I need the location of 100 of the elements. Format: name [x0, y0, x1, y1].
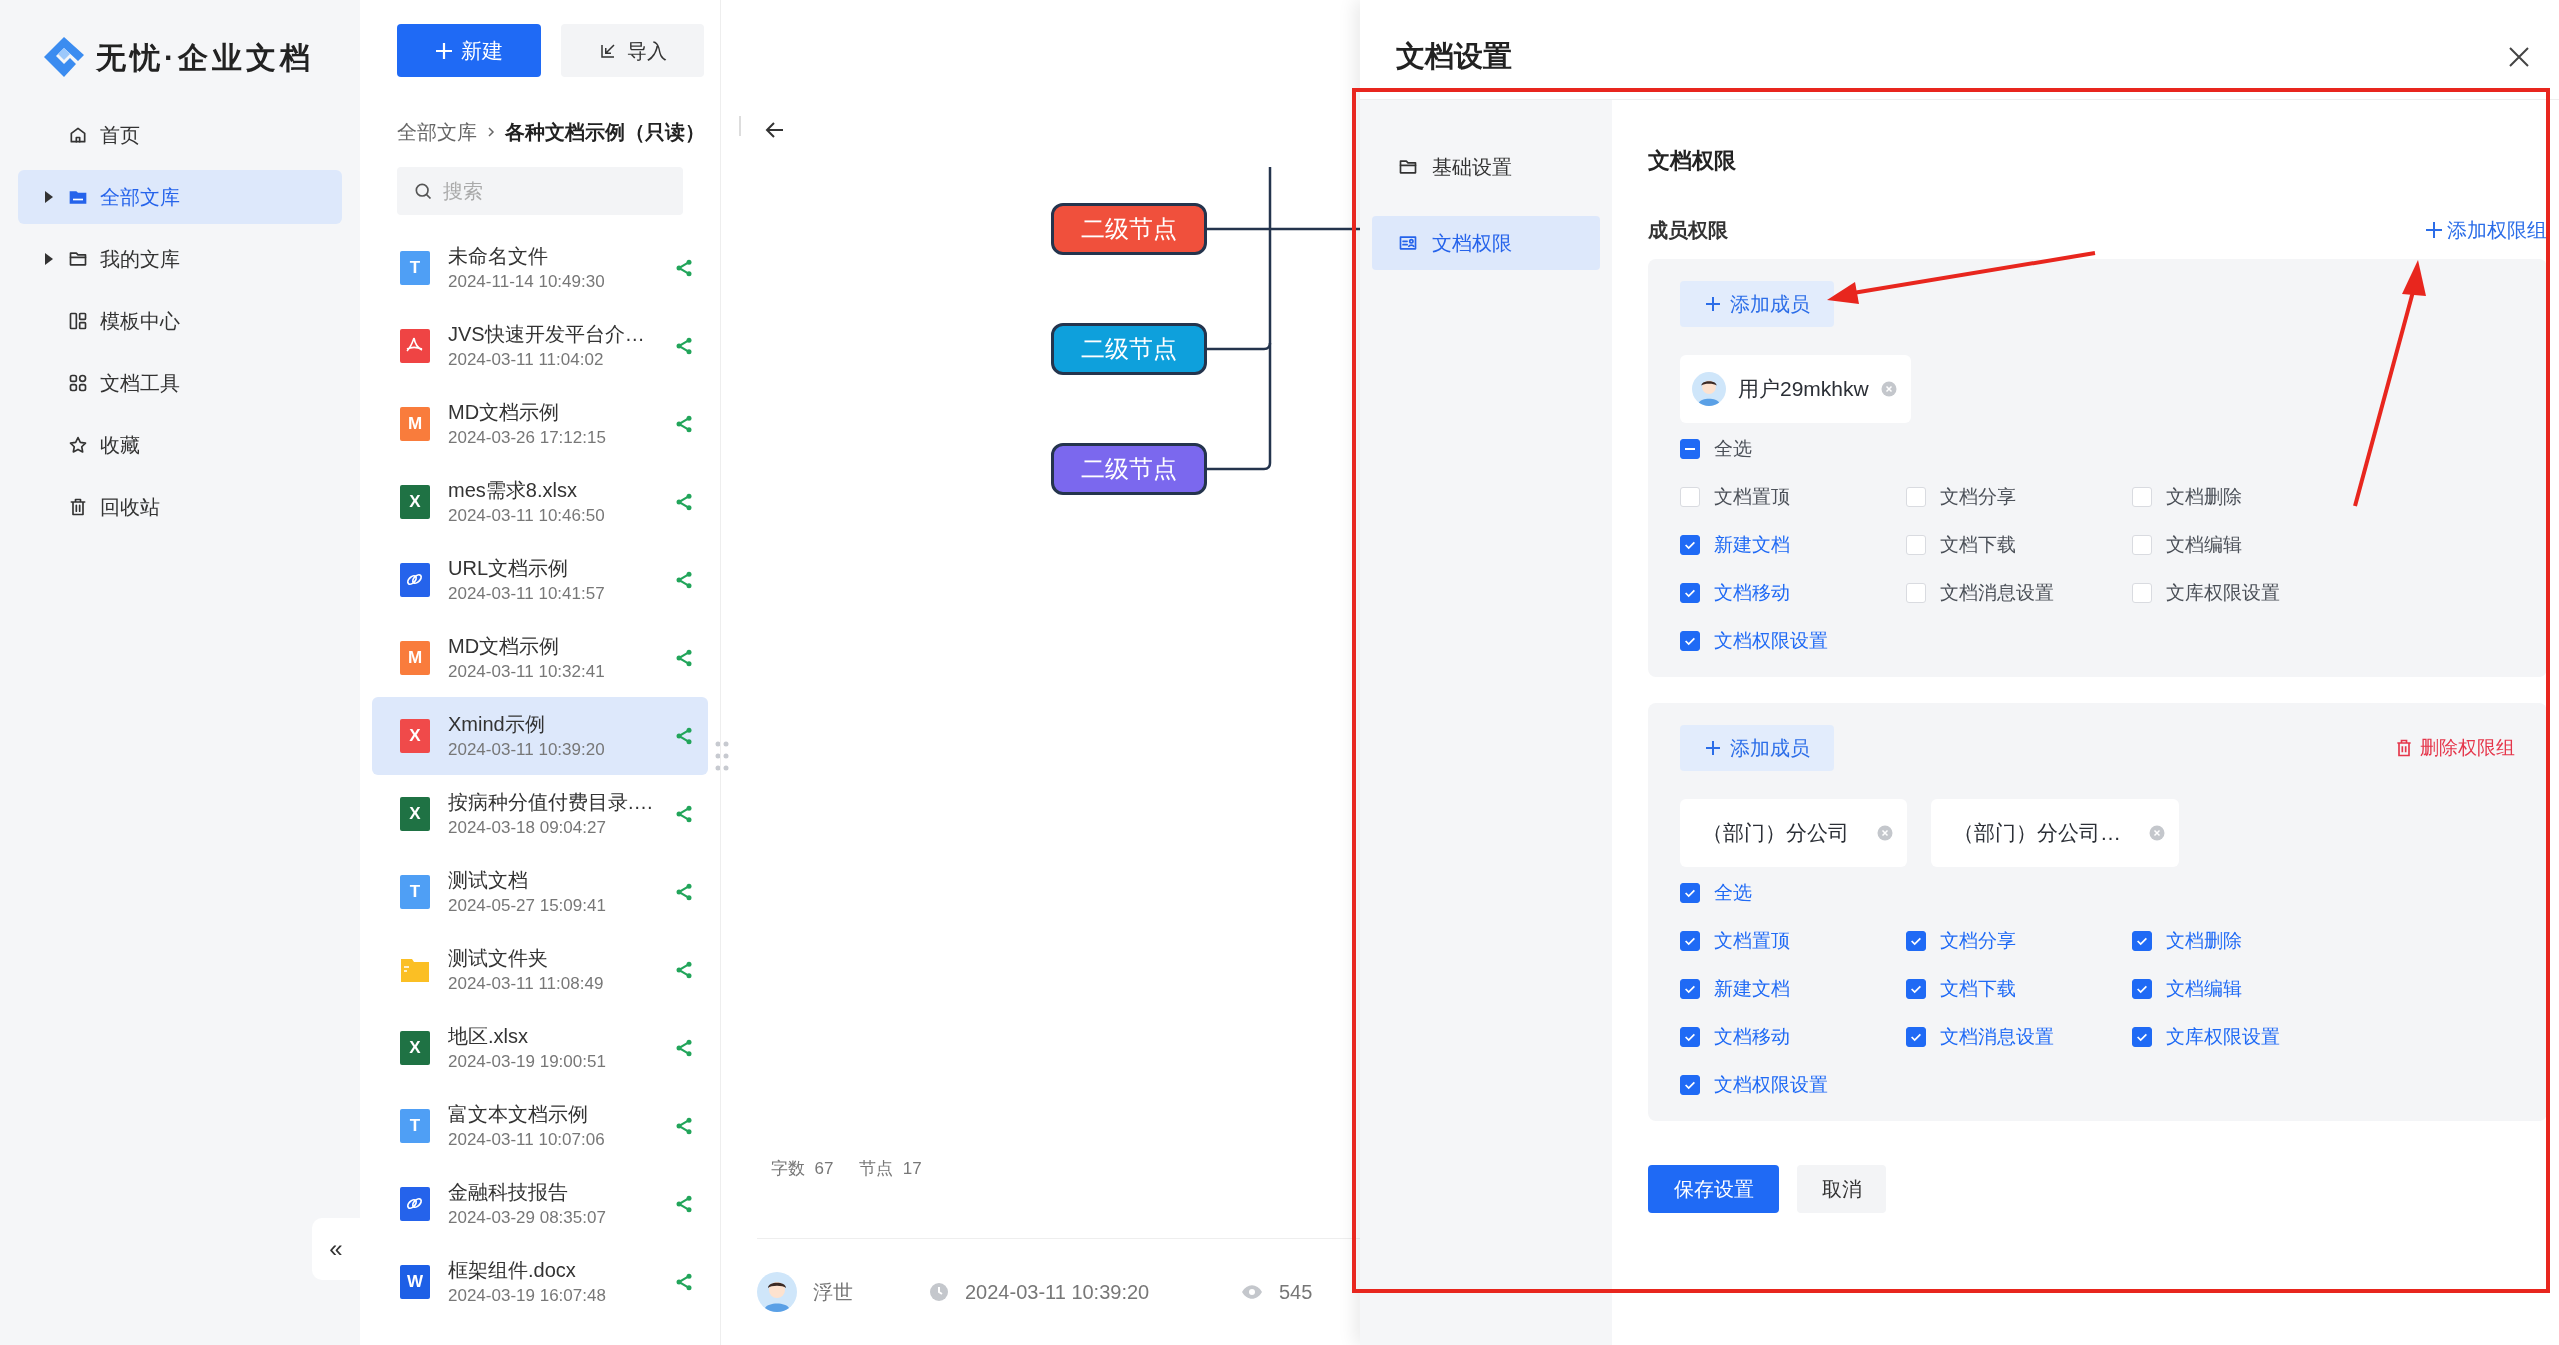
checkbox[interactable] — [1680, 439, 1700, 459]
file-item[interactable]: T 富文本文档示例 2024-03-11 10:07:06 — [372, 1087, 708, 1165]
checkbox-label: 文档权限设置 — [1714, 628, 1828, 653]
star-icon — [68, 435, 88, 455]
add-member-button[interactable]: 添加成员 — [1680, 725, 1834, 771]
share-icon[interactable] — [674, 492, 694, 512]
nav-item[interactable]: 文档工具 — [18, 356, 342, 410]
plus-icon — [1704, 739, 1722, 757]
share-icon[interactable] — [674, 1116, 694, 1136]
file-item[interactable]: X 地区.xlsx 2024-03-19 19:00:51 — [372, 1009, 708, 1087]
checkbox[interactable] — [2132, 931, 2152, 951]
member-name: 用户29mkhkw — [1738, 376, 1869, 403]
file-item[interactable]: W 框架组件.docx 2024-03-19 16:07:48 — [372, 1243, 708, 1321]
nav-item[interactable]: 模板中心 — [18, 294, 342, 348]
checkbox-label: 文档消息设置 — [1940, 580, 2054, 605]
pdf-file-icon — [400, 329, 430, 363]
share-icon[interactable] — [674, 960, 694, 980]
checkbox[interactable] — [1680, 535, 1700, 555]
settings-tab[interactable]: 基础设置 — [1372, 140, 1600, 194]
search-field[interactable]: 搜索 — [397, 167, 683, 215]
file-item[interactable]: M MD文档示例 2024-03-26 17:12:15 — [372, 385, 708, 463]
file-name: 未命名文件 — [448, 244, 549, 269]
caret-icon[interactable] — [44, 253, 54, 265]
collapse-button[interactable]: « — [312, 1218, 360, 1280]
file-item[interactable]: M MD文档示例 2024-03-11 10:32:41 — [372, 619, 708, 697]
nav-item[interactable]: 我的文库 — [18, 232, 342, 286]
share-icon[interactable] — [674, 804, 694, 824]
nav-item[interactable]: 全部文库 — [18, 170, 342, 224]
file-name: MD文档示例 — [448, 400, 561, 425]
word-file-icon: W — [400, 1265, 430, 1299]
save-button[interactable]: 保存设置 — [1648, 1165, 1779, 1213]
new-button[interactable]: 新建 — [397, 24, 541, 77]
file-item[interactable]: X mes需求8.xlsx 2024-03-11 10:46:50 — [372, 463, 708, 541]
checkbox[interactable] — [1906, 979, 1926, 999]
file-item[interactable]: URL文档示例 2024-03-11 10:41:57 — [372, 541, 708, 619]
cancel-button[interactable]: 取消 — [1797, 1165, 1886, 1213]
excel-file-icon: X — [400, 1031, 430, 1065]
file-item[interactable]: T 未命名文件 2024-11-14 10:49:30 — [372, 229, 708, 307]
plus-icon — [2425, 221, 2443, 239]
file-item[interactable]: X 按病种分值付费目录.… 2024-03-18 09:04:27 — [372, 775, 708, 853]
share-icon[interactable] — [674, 1038, 694, 1058]
close-icon[interactable] — [2507, 44, 2531, 69]
import-button[interactable]: 导入 — [561, 24, 704, 77]
section-heading: 文档权限 — [1648, 147, 1737, 175]
share-icon[interactable] — [674, 570, 694, 590]
nav-item[interactable]: 首页 — [18, 108, 342, 162]
share-icon[interactable] — [674, 882, 694, 902]
file-item[interactable]: 测试文件夹 2024-03-11 11:08:49 — [372, 931, 708, 1009]
breadcrumb-link[interactable]: 全部文库 — [397, 117, 477, 147]
checkbox[interactable] — [1906, 931, 1926, 951]
home-icon — [68, 125, 88, 145]
xmind-file-icon: X — [400, 719, 430, 753]
file-item[interactable]: T 测试文档 2024-05-27 15:09:41 — [372, 853, 708, 931]
settings-tab[interactable]: 文档权限 — [1372, 216, 1600, 270]
share-icon[interactable] — [674, 414, 694, 434]
file-item[interactable]: 金融科技报告 2024-03-29 08:35:07 — [372, 1165, 708, 1243]
share-icon[interactable] — [674, 1272, 694, 1292]
remove-icon[interactable] — [1880, 381, 1897, 397]
file-date: 2024-03-11 10:07:06 — [448, 1129, 606, 1151]
share-icon[interactable] — [674, 726, 694, 746]
checkbox[interactable] — [1680, 631, 1700, 651]
nav-item[interactable]: 回收站 — [18, 480, 342, 534]
caret-icon[interactable] — [44, 191, 54, 203]
add-member-button[interactable]: 添加成员 — [1680, 281, 1834, 327]
checkbox[interactable] — [1906, 1027, 1926, 1047]
checkbox[interactable] — [2132, 1027, 2152, 1047]
checkbox-label: 文档删除 — [2166, 484, 2242, 509]
checkbox-label: 文档置顶 — [1714, 484, 1790, 509]
permission-icon — [1398, 233, 1418, 253]
folder-icon — [1398, 157, 1418, 177]
checkbox-label: 文档编辑 — [2166, 532, 2242, 557]
share-icon[interactable] — [674, 258, 694, 278]
checkbox[interactable] — [1680, 931, 1700, 951]
link-file-icon — [400, 1187, 430, 1221]
checkbox[interactable] — [1680, 1027, 1700, 1047]
file-item[interactable]: X Xmind示例 2024-03-11 10:39:20 — [372, 697, 708, 775]
checkbox[interactable] — [1680, 883, 1700, 903]
share-icon[interactable] — [674, 1194, 694, 1214]
file-name: 地区.xlsx — [448, 1024, 529, 1049]
checkbox-label: 文库权限设置 — [2166, 580, 2280, 605]
checkbox[interactable] — [1680, 583, 1700, 603]
text-file-icon: T — [400, 875, 430, 909]
checkbox-label: 文档分享 — [1940, 928, 2016, 953]
file-item[interactable]: JVS快速开发平台介… 2024-03-11 11:04:02 — [372, 307, 708, 385]
checkbox[interactable] — [1680, 979, 1700, 999]
share-icon[interactable] — [674, 336, 694, 356]
checkbox[interactable] — [1680, 1075, 1700, 1095]
nav-item[interactable]: 收藏 — [18, 418, 342, 472]
delete-group-button[interactable]: 删除权限组 — [2394, 733, 2515, 763]
checkbox-label: 文档置顶 — [1714, 928, 1790, 953]
file-name: MD文档示例 — [448, 634, 561, 659]
remove-icon[interactable] — [1877, 825, 1893, 841]
drag-handle-icon[interactable] — [715, 740, 729, 772]
remove-icon[interactable] — [2149, 825, 2165, 841]
checkbox-label: 文档移动 — [1714, 1024, 1790, 1049]
add-group-link[interactable]: 添加权限组 — [2425, 215, 2547, 245]
trash-icon — [2394, 738, 2414, 758]
plus-icon — [1704, 295, 1722, 313]
share-icon[interactable] — [674, 648, 694, 668]
checkbox[interactable] — [2132, 979, 2152, 999]
